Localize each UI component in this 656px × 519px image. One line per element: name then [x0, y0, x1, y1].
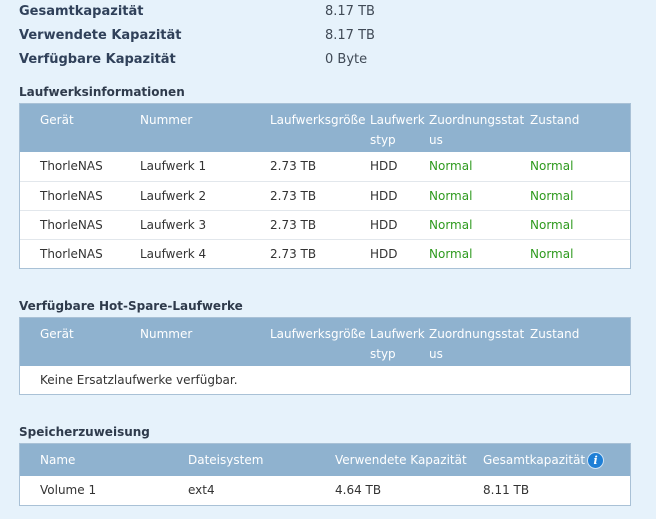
cell-device: ThorleNAS	[40, 247, 103, 261]
column-header-total[interactable]: Gesamtkapazität i	[483, 450, 604, 470]
summary-free-value: 0 Byte	[325, 52, 368, 67]
cell-health-status: Normal	[530, 218, 574, 232]
column-header-number[interactable]: Nummer	[140, 110, 192, 130]
cell-size: 2.73 TB	[270, 159, 317, 173]
cell-device: ThorleNAS	[40, 159, 103, 173]
cell-assignment-status: Normal	[429, 218, 473, 232]
hot-spare-title: Verfügbare Hot-Spare-Laufwerke	[19, 299, 243, 313]
cell-size: 2.73 TB	[270, 189, 317, 203]
summary-free-label: Verfügbare Kapazität	[19, 52, 176, 67]
cell-assignment-status: Normal	[429, 159, 473, 173]
empty-row: Keine Ersatzlaufwerke verfügbar.	[20, 366, 630, 395]
column-header-name[interactable]: Name	[40, 450, 75, 470]
summary-used-label: Verwendete Kapazität	[19, 28, 182, 43]
column-header-type[interactable]: Laufwerkstyp	[370, 324, 428, 364]
column-header-size[interactable]: Laufwerksgröße	[270, 324, 366, 344]
hot-spare-table: Gerät Nummer Laufwerksgröße Laufwerkstyp…	[19, 317, 631, 395]
column-header-health[interactable]: Zustand	[530, 324, 579, 344]
info-icon[interactable]: i	[588, 453, 604, 468]
allocation-title: Speicherzuweisung	[19, 425, 150, 439]
cell-health-status: Normal	[530, 159, 574, 173]
empty-message: Keine Ersatzlaufwerke verfügbar.	[40, 373, 238, 387]
cell-type: HDD	[370, 218, 398, 232]
cell-health-status: Normal	[530, 189, 574, 203]
column-header-device[interactable]: Gerät	[40, 324, 74, 344]
cell-used-capacity: 4.64 TB	[335, 483, 382, 497]
cell-filesystem: ext4	[188, 483, 215, 497]
column-header-device[interactable]: Gerät	[40, 110, 74, 130]
column-header-total-label: Gesamtkapazität	[483, 453, 586, 467]
drive-info-table: Gerät Nummer Laufwerksgröße Laufwerkstyp…	[19, 103, 631, 269]
cell-total-capacity: 8.11 TB	[483, 483, 530, 497]
column-header-assignment[interactable]: Zuordnungsstatus	[429, 324, 529, 364]
summary-total-value: 8.17 TB	[325, 4, 375, 19]
cell-assignment-status: Normal	[429, 189, 473, 203]
cell-device: ThorleNAS	[40, 189, 103, 203]
cell-size: 2.73 TB	[270, 218, 317, 232]
cell-type: HDD	[370, 247, 398, 261]
column-header-type[interactable]: Laufwerkstyp	[370, 110, 428, 150]
column-header-health[interactable]: Zustand	[530, 110, 579, 130]
allocation-header: Name Dateisystem Verwendete Kapazität Ge…	[20, 444, 630, 476]
cell-number: Laufwerk 4	[140, 247, 207, 261]
cell-number: Laufwerk 1	[140, 159, 207, 173]
table-row[interactable]: ThorleNAS Laufwerk 3 2.73 TB HDD Normal Norma…	[20, 210, 630, 239]
cell-type: HDD	[370, 189, 398, 203]
table-row[interactable]: ThorleNAS Laufwerk 2 2.73 TB HDD Normal Norma…	[20, 181, 630, 210]
table-row[interactable]: ThorleNAS Laufwerk 1 2.73 TB HDD Normal Norma…	[20, 152, 630, 181]
column-header-number[interactable]: Nummer	[140, 324, 192, 344]
cell-health-status: Normal	[530, 247, 574, 261]
table-row[interactable]: Volume 1 ext4 4.64 TB 8.11 TB	[20, 476, 630, 505]
cell-volume-name: Volume 1	[40, 483, 97, 497]
drive-info-title: Laufwerksinformationen	[19, 85, 185, 99]
drive-info-header: Gerät Nummer Laufwerksgröße Laufwerkstyp…	[20, 104, 630, 152]
summary-total-label: Gesamtkapazität	[19, 4, 144, 19]
cell-number: Laufwerk 3	[140, 218, 207, 232]
column-header-filesystem[interactable]: Dateisystem	[188, 450, 263, 470]
hot-spare-header: Gerät Nummer Laufwerksgröße Laufwerkstyp…	[20, 318, 630, 366]
cell-number: Laufwerk 2	[140, 189, 207, 203]
summary-used-value: 8.17 TB	[325, 28, 375, 43]
cell-device: ThorleNAS	[40, 218, 103, 232]
cell-size: 2.73 TB	[270, 247, 317, 261]
cell-type: HDD	[370, 159, 398, 173]
column-header-used[interactable]: Verwendete Kapazität	[335, 450, 467, 470]
allocation-table: Name Dateisystem Verwendete Kapazität Ge…	[19, 443, 631, 506]
column-header-assignment[interactable]: Zuordnungsstatus	[429, 110, 529, 150]
cell-assignment-status: Normal	[429, 247, 473, 261]
column-header-size[interactable]: Laufwerksgröße	[270, 110, 366, 130]
table-row[interactable]: ThorleNAS Laufwerk 4 2.73 TB HDD Normal Norma…	[20, 239, 630, 268]
